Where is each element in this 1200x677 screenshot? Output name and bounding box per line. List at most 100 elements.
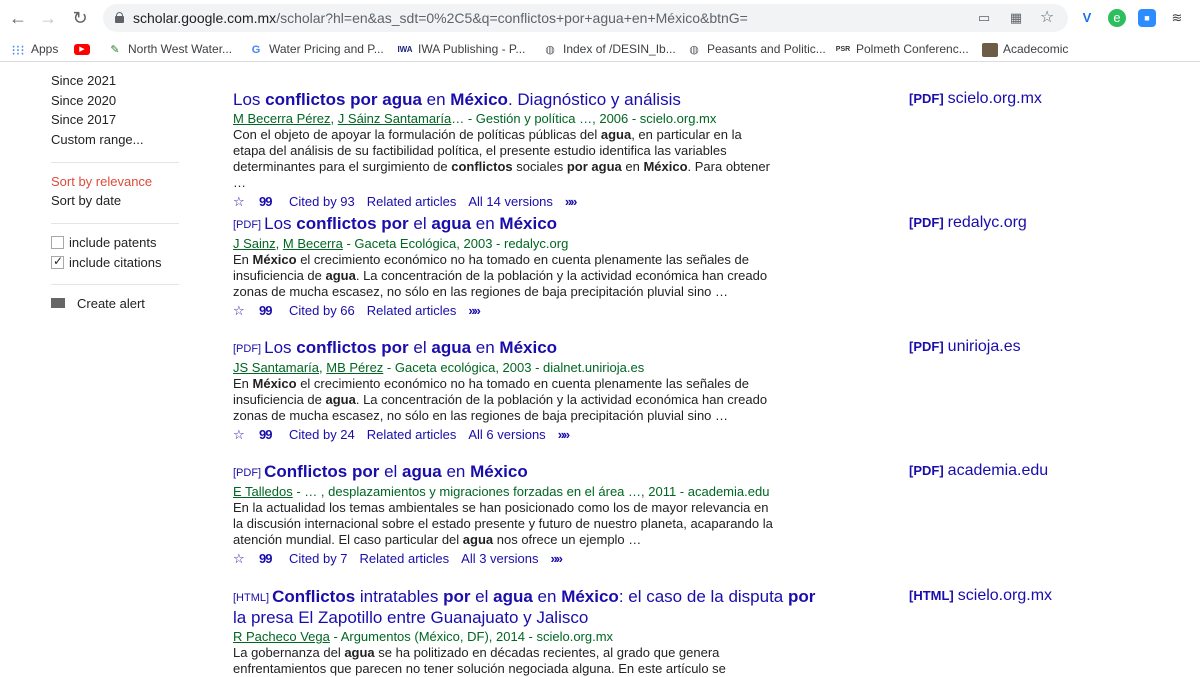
save-star-icon[interactable]: ☆ bbox=[233, 550, 247, 568]
bookmark-peasants[interactable]: ◍ Peasants and Politic... bbox=[686, 40, 826, 58]
cited-by-link[interactable]: Cited by 24 bbox=[289, 427, 355, 442]
bookmark-star-icon[interactable]: ☆ bbox=[1039, 10, 1055, 26]
save-star-icon[interactable]: ☆ bbox=[233, 302, 247, 320]
fulltext-domain: redalyc.org bbox=[947, 214, 1027, 231]
include-patents-label: include patents bbox=[69, 235, 157, 250]
fulltext-link[interactable]: [HTML] scielo.org.mx bbox=[909, 587, 1052, 605]
result-format-tag: [PDF] bbox=[233, 343, 262, 355]
academic-icon bbox=[982, 42, 998, 57]
psa-icon: PSR bbox=[835, 45, 851, 53]
fulltext-link[interactable]: [PDF] unirioja.es bbox=[909, 338, 1021, 356]
bookmark-apps[interactable]: ⁝⁝⁝ Apps bbox=[10, 40, 58, 58]
url-text[interactable]: scholar.google.com.mx/scholar?hl=en&as_s… bbox=[133, 10, 748, 26]
cited-by-link[interactable]: Cited by 66 bbox=[289, 303, 355, 318]
related-articles-link[interactable]: Related articles bbox=[367, 427, 457, 442]
fulltext-domain: academia.edu bbox=[947, 462, 1049, 479]
include-citations-option[interactable]: include citations bbox=[51, 254, 162, 270]
fulltext-link[interactable]: [PDF] redalyc.org bbox=[909, 214, 1027, 232]
bookmark-index-desin[interactable]: ◍ Index of /DESIN_Ib... bbox=[542, 40, 676, 58]
author-link[interactable]: M Becerra Pérez bbox=[233, 111, 331, 126]
iwa-icon: IWA bbox=[397, 44, 413, 54]
qr-code-icon[interactable]: ▦ bbox=[1008, 10, 1024, 26]
envelope-icon bbox=[51, 298, 65, 308]
cited-by-link[interactable]: Cited by 7 bbox=[289, 551, 348, 566]
search-result: [PDF] Conflictos por el agua en México E T… bbox=[233, 462, 873, 568]
forward-arrow-icon[interactable]: → bbox=[36, 6, 60, 30]
search-result: [PDF] Los conflictos por el agua en Méxic… bbox=[233, 214, 873, 320]
related-articles-link[interactable]: Related articles bbox=[360, 551, 450, 566]
filter-since-2020[interactable]: Since 2020 bbox=[51, 93, 116, 108]
sort-by-relevance[interactable]: Sort by relevance bbox=[51, 174, 152, 189]
author-link[interactable]: MB Pérez bbox=[326, 360, 383, 375]
youtube-icon: ▶ bbox=[74, 44, 90, 56]
google-icon: G bbox=[251, 43, 261, 56]
result-title-link[interactable]: [PDF] Los conflictos por el agua en Méxic… bbox=[233, 214, 873, 235]
bookmark-label: Peasants and Politic... bbox=[707, 42, 826, 56]
fulltext-domain: scielo.org.mx bbox=[947, 90, 1042, 107]
buffer-icon[interactable]: ≋ bbox=[1168, 9, 1186, 27]
related-articles-link[interactable]: Related articles bbox=[367, 194, 457, 209]
bookmark-north-west-water[interactable]: ✎ North West Water... bbox=[107, 40, 232, 58]
cited-by-link[interactable]: Cited by 93 bbox=[289, 194, 355, 209]
more-options-icon[interactable]: »» bbox=[565, 194, 578, 209]
filter-custom-range[interactable]: Custom range... bbox=[51, 132, 144, 147]
fulltext-format-tag: [HTML] bbox=[909, 588, 954, 603]
filter-since-2021[interactable]: Since 2021 bbox=[51, 73, 116, 88]
bookmark-iwa-publishing[interactable]: IWA IWA Publishing - P... bbox=[397, 40, 525, 58]
result-title-link[interactable]: [PDF] Los conflictos por el agua en Méxic… bbox=[233, 338, 873, 359]
result-title-text: Los conflictos por el agua en México bbox=[264, 338, 558, 357]
related-articles-link[interactable]: Related articles bbox=[367, 303, 457, 318]
result-snippet: La gobernanza del agua se ha politizado … bbox=[233, 645, 726, 676]
search-result: [HTML] Conflictos intratables por el agua… bbox=[233, 587, 873, 677]
evernote-icon[interactable]: e bbox=[1108, 9, 1126, 27]
cast-icon[interactable]: ▭ bbox=[976, 10, 992, 26]
bookmark-label: Water Pricing and P... bbox=[269, 42, 384, 56]
bookmark-label: IWA Publishing - P... bbox=[418, 42, 526, 56]
bookmark-academic[interactable]: Acadecomic bbox=[982, 40, 1068, 58]
result-title-link[interactable]: [PDF] Conflictos por el agua en México bbox=[233, 462, 873, 483]
all-versions-link[interactable]: All 14 versions bbox=[468, 194, 553, 209]
save-star-icon[interactable]: ☆ bbox=[233, 426, 247, 444]
author-link[interactable]: J Sainz bbox=[233, 236, 276, 251]
more-options-icon[interactable]: »» bbox=[550, 551, 563, 566]
divider bbox=[51, 223, 179, 224]
all-versions-link[interactable]: All 6 versions bbox=[468, 427, 545, 442]
fulltext-link[interactable]: [PDF] scielo.org.mx bbox=[909, 90, 1042, 108]
create-alert-link[interactable]: Create alert bbox=[51, 296, 145, 311]
author-link[interactable]: JS Santamaría bbox=[233, 360, 319, 375]
bookmark-youtube[interactable]: ▶ bbox=[74, 40, 95, 58]
cite-quote-icon[interactable]: 99 bbox=[259, 302, 277, 320]
reload-icon[interactable]: ↻ bbox=[68, 6, 92, 30]
include-patents-checkbox[interactable] bbox=[51, 236, 64, 249]
result-actions: ☆ 99 Cited by 93 Related articles All 14 ver… bbox=[233, 193, 873, 211]
fulltext-link[interactable]: [PDF] academia.edu bbox=[909, 462, 1048, 480]
author-link[interactable]: J Sáinz Santamaría bbox=[338, 111, 451, 126]
author-link[interactable]: E Talledos bbox=[233, 484, 293, 499]
author-link[interactable]: M Becerra bbox=[283, 236, 343, 251]
author-link[interactable]: R Pacheco Vega bbox=[233, 629, 330, 644]
back-arrow-icon[interactable]: ← bbox=[6, 6, 30, 30]
address-bar[interactable]: scholar.google.com.mx/scholar?hl=en&as_s… bbox=[103, 4, 1068, 32]
result-authors: JS Santamaría, MB Pérez - Gaceta ecológi… bbox=[233, 360, 645, 375]
fulltext-domain: unirioja.es bbox=[947, 338, 1021, 355]
divider bbox=[51, 284, 179, 285]
cite-quote-icon[interactable]: 99 bbox=[259, 550, 277, 568]
zoom-icon[interactable]: ■ bbox=[1138, 9, 1156, 27]
sort-by-date[interactable]: Sort by date bbox=[51, 193, 121, 208]
result-title-link[interactable]: Los conflictos por agua en México. Diagn… bbox=[233, 90, 873, 110]
all-versions-link[interactable]: All 3 versions bbox=[461, 551, 538, 566]
result-authors: M Becerra Pérez, J Sáinz Santamaría… - G… bbox=[233, 111, 717, 126]
more-options-icon[interactable]: »» bbox=[468, 303, 481, 318]
filter-since-2017[interactable]: Since 2017 bbox=[51, 112, 116, 127]
result-title-link[interactable]: [HTML] Conflictos intratables por el agua… bbox=[233, 587, 833, 628]
save-star-icon[interactable]: ☆ bbox=[233, 193, 247, 211]
cite-quote-icon[interactable]: 99 bbox=[259, 193, 277, 211]
more-options-icon[interactable]: »» bbox=[558, 427, 571, 442]
include-patents-option[interactable]: include patents bbox=[51, 235, 156, 250]
cite-quote-icon[interactable]: 99 bbox=[259, 426, 277, 444]
include-citations-checkbox[interactable] bbox=[51, 254, 64, 269]
apps-grid-icon: ⁝⁝⁝ bbox=[11, 41, 25, 58]
extension-v-icon[interactable]: V bbox=[1078, 9, 1096, 27]
bookmark-polmeth[interactable]: PSR Polmeth Conferenc... bbox=[835, 40, 969, 58]
bookmark-water-pricing[interactable]: G Water Pricing and P... bbox=[248, 40, 384, 58]
